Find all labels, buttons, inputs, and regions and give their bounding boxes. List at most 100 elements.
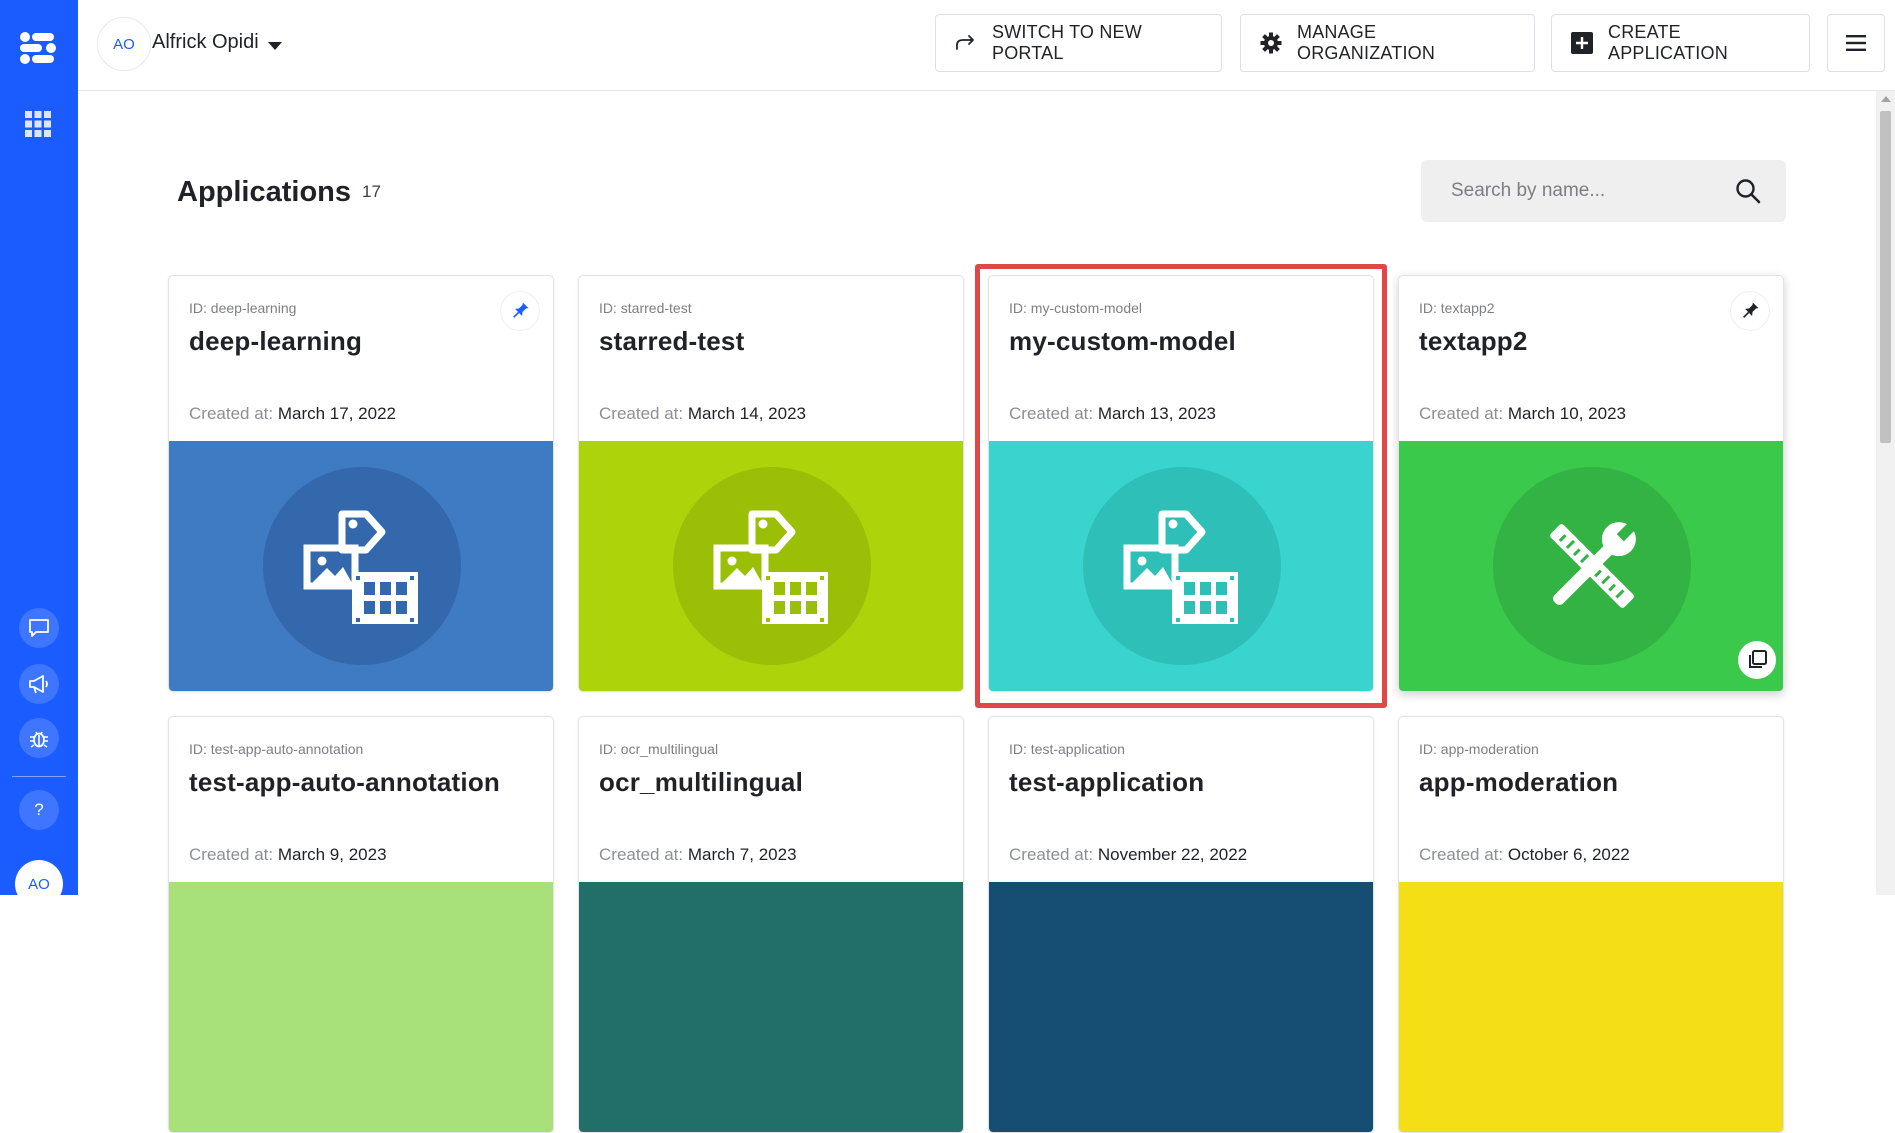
app-created-date: Created at: March 7, 2023 (599, 845, 797, 865)
app-thumbnail[interactable] (579, 441, 963, 691)
app-name[interactable]: textapp2 (1419, 326, 1528, 357)
created-label: Created at: (1419, 845, 1504, 864)
help-button[interactable]: ? (19, 790, 59, 830)
left-sidebar: ? AO (0, 0, 78, 908)
app-created-date: Created at: March 10, 2023 (1419, 404, 1626, 424)
caret-down-icon[interactable] (268, 42, 282, 50)
clarifai-logo-icon[interactable] (17, 28, 61, 68)
app-name[interactable]: ocr_multilingual (599, 767, 803, 798)
app-name[interactable]: test-application (1009, 767, 1204, 798)
app-thumbnail[interactable] (169, 441, 553, 691)
search-input[interactable] (1451, 160, 1721, 222)
chat-button[interactable] (19, 608, 59, 648)
created-label: Created at: (599, 404, 684, 423)
app-id: ID: test-application (1009, 741, 1125, 757)
app-id: ID: ocr_multilingual (599, 741, 719, 757)
app-card[interactable]: ID: deep-learning deep-learning Created … (168, 275, 554, 692)
app-card[interactable]: ID: ocr_multilingual ocr_multilingual Cr… (578, 716, 964, 1133)
app-id: ID: test-app-auto-annotation (189, 741, 364, 757)
apps-grid-icon[interactable] (24, 110, 52, 138)
app-thumbnail[interactable] (989, 441, 1373, 691)
app-name[interactable]: deep-learning (189, 326, 362, 357)
created-label: Created at: (1419, 404, 1504, 423)
app-card[interactable]: ID: test-application test-application Cr… (988, 716, 1374, 1133)
created-value: March 10, 2023 (1507, 404, 1626, 423)
chat-icon (29, 619, 49, 637)
app-thumbnail[interactable] (1399, 441, 1783, 691)
app-thumbnail[interactable] (169, 882, 553, 1132)
app-created-date: Created at: November 22, 2022 (1009, 845, 1247, 865)
app-id: ID: textapp2 (1419, 300, 1495, 316)
announcements-button[interactable] (19, 664, 59, 704)
duplicate-button[interactable] (1738, 641, 1776, 679)
plus-square-icon (1570, 31, 1594, 55)
manage-organization-button[interactable]: MANAGE ORGANIZATION (1240, 14, 1535, 72)
main-menu-button[interactable] (1827, 14, 1885, 72)
wrench-ruler-icon (1532, 506, 1652, 626)
image-video-tag-icon (712, 506, 832, 626)
created-label: Created at: (189, 404, 274, 423)
app-card[interactable]: ID: textapp2 textapp2 Created at: March … (1398, 275, 1784, 692)
created-label: Created at: (189, 845, 274, 864)
app-icon-disc (1493, 467, 1691, 665)
sidebar-divider (12, 776, 66, 777)
pin-button[interactable] (500, 291, 540, 331)
share-arrow-icon (954, 31, 978, 55)
app-id: ID: app-moderation (1419, 741, 1539, 757)
page-title: Applications (177, 176, 352, 208)
pin-filled-icon (513, 302, 529, 318)
app-thumbnail[interactable] (579, 882, 963, 1132)
created-label: Created at: (1009, 404, 1094, 423)
user-avatar[interactable]: AO (97, 17, 151, 71)
created-value: March 13, 2023 (1097, 404, 1216, 423)
create-application-label: CREATE APPLICATION (1608, 22, 1728, 63)
app-icon-disc (673, 467, 871, 665)
app-created-date: Created at: March 17, 2022 (189, 404, 396, 424)
image-video-tag-icon (302, 506, 422, 626)
app-card[interactable]: ID: app-moderation app-moderation Create… (1398, 716, 1784, 1133)
created-value: October 6, 2022 (1507, 845, 1630, 864)
scrollbar-thumb[interactable] (1880, 111, 1891, 443)
manage-organization-label: MANAGE ORGANIZATION (1297, 22, 1436, 63)
app-created-date: Created at: March 13, 2023 (1009, 404, 1216, 424)
app-name[interactable]: my-custom-model (1009, 326, 1236, 357)
created-value: March 9, 2023 (277, 845, 387, 864)
app-card[interactable]: ID: test-app-auto-annotation test-app-au… (168, 716, 554, 1133)
app-thumbnail[interactable] (1399, 882, 1783, 1132)
app-name[interactable]: app-moderation (1419, 767, 1618, 798)
app-card[interactable]: ID: my-custom-model my-custom-model Crea… (988, 275, 1374, 692)
created-value: November 22, 2022 (1097, 845, 1248, 864)
help-icon: ? (34, 800, 44, 819)
scroll-up-arrow-icon[interactable] (1881, 96, 1891, 102)
created-value: March 14, 2023 (687, 404, 806, 423)
pin-button[interactable] (1730, 291, 1770, 331)
app-card[interactable]: ID: starred-test starred-test Created at… (578, 275, 964, 692)
app-name[interactable]: starred-test (599, 326, 744, 357)
copy-icon (1749, 650, 1767, 668)
search-icon[interactable] (1734, 177, 1762, 205)
application-count: 17 (362, 182, 381, 201)
app-created-date: Created at: March 9, 2023 (189, 845, 387, 865)
user-name-dropdown[interactable]: Alfrick Opidi (152, 31, 259, 54)
app-id: ID: deep-learning (189, 300, 297, 316)
create-application-button[interactable]: CREATE APPLICATION (1551, 14, 1810, 72)
image-video-tag-icon (1122, 506, 1242, 626)
app-thumbnail[interactable] (989, 882, 1373, 1132)
sidebar-user-avatar[interactable]: AO (15, 860, 63, 908)
page-scrollbar[interactable] (1876, 91, 1895, 895)
created-label: Created at: (599, 845, 684, 864)
hamburger-icon (1846, 35, 1866, 51)
app-created-date: Created at: March 14, 2023 (599, 404, 806, 424)
pin-icon (1743, 302, 1759, 318)
app-name[interactable]: test-app-auto-annotation (189, 767, 500, 798)
app-id: ID: starred-test (599, 300, 692, 316)
app-id: ID: my-custom-model (1009, 300, 1143, 316)
switch-portal-label: SWITCH TO NEW PORTAL (992, 22, 1142, 63)
report-bug-button[interactable] (19, 718, 59, 758)
bug-icon (30, 731, 48, 748)
app-icon-disc (1083, 467, 1281, 665)
top-bar: AO Alfrick Opidi SWITCH TO NEW PORTAL MA… (78, 0, 1895, 91)
app-icon-disc (263, 467, 461, 665)
switch-portal-button[interactable]: SWITCH TO NEW PORTAL (935, 14, 1222, 72)
created-value: March 7, 2023 (687, 845, 797, 864)
